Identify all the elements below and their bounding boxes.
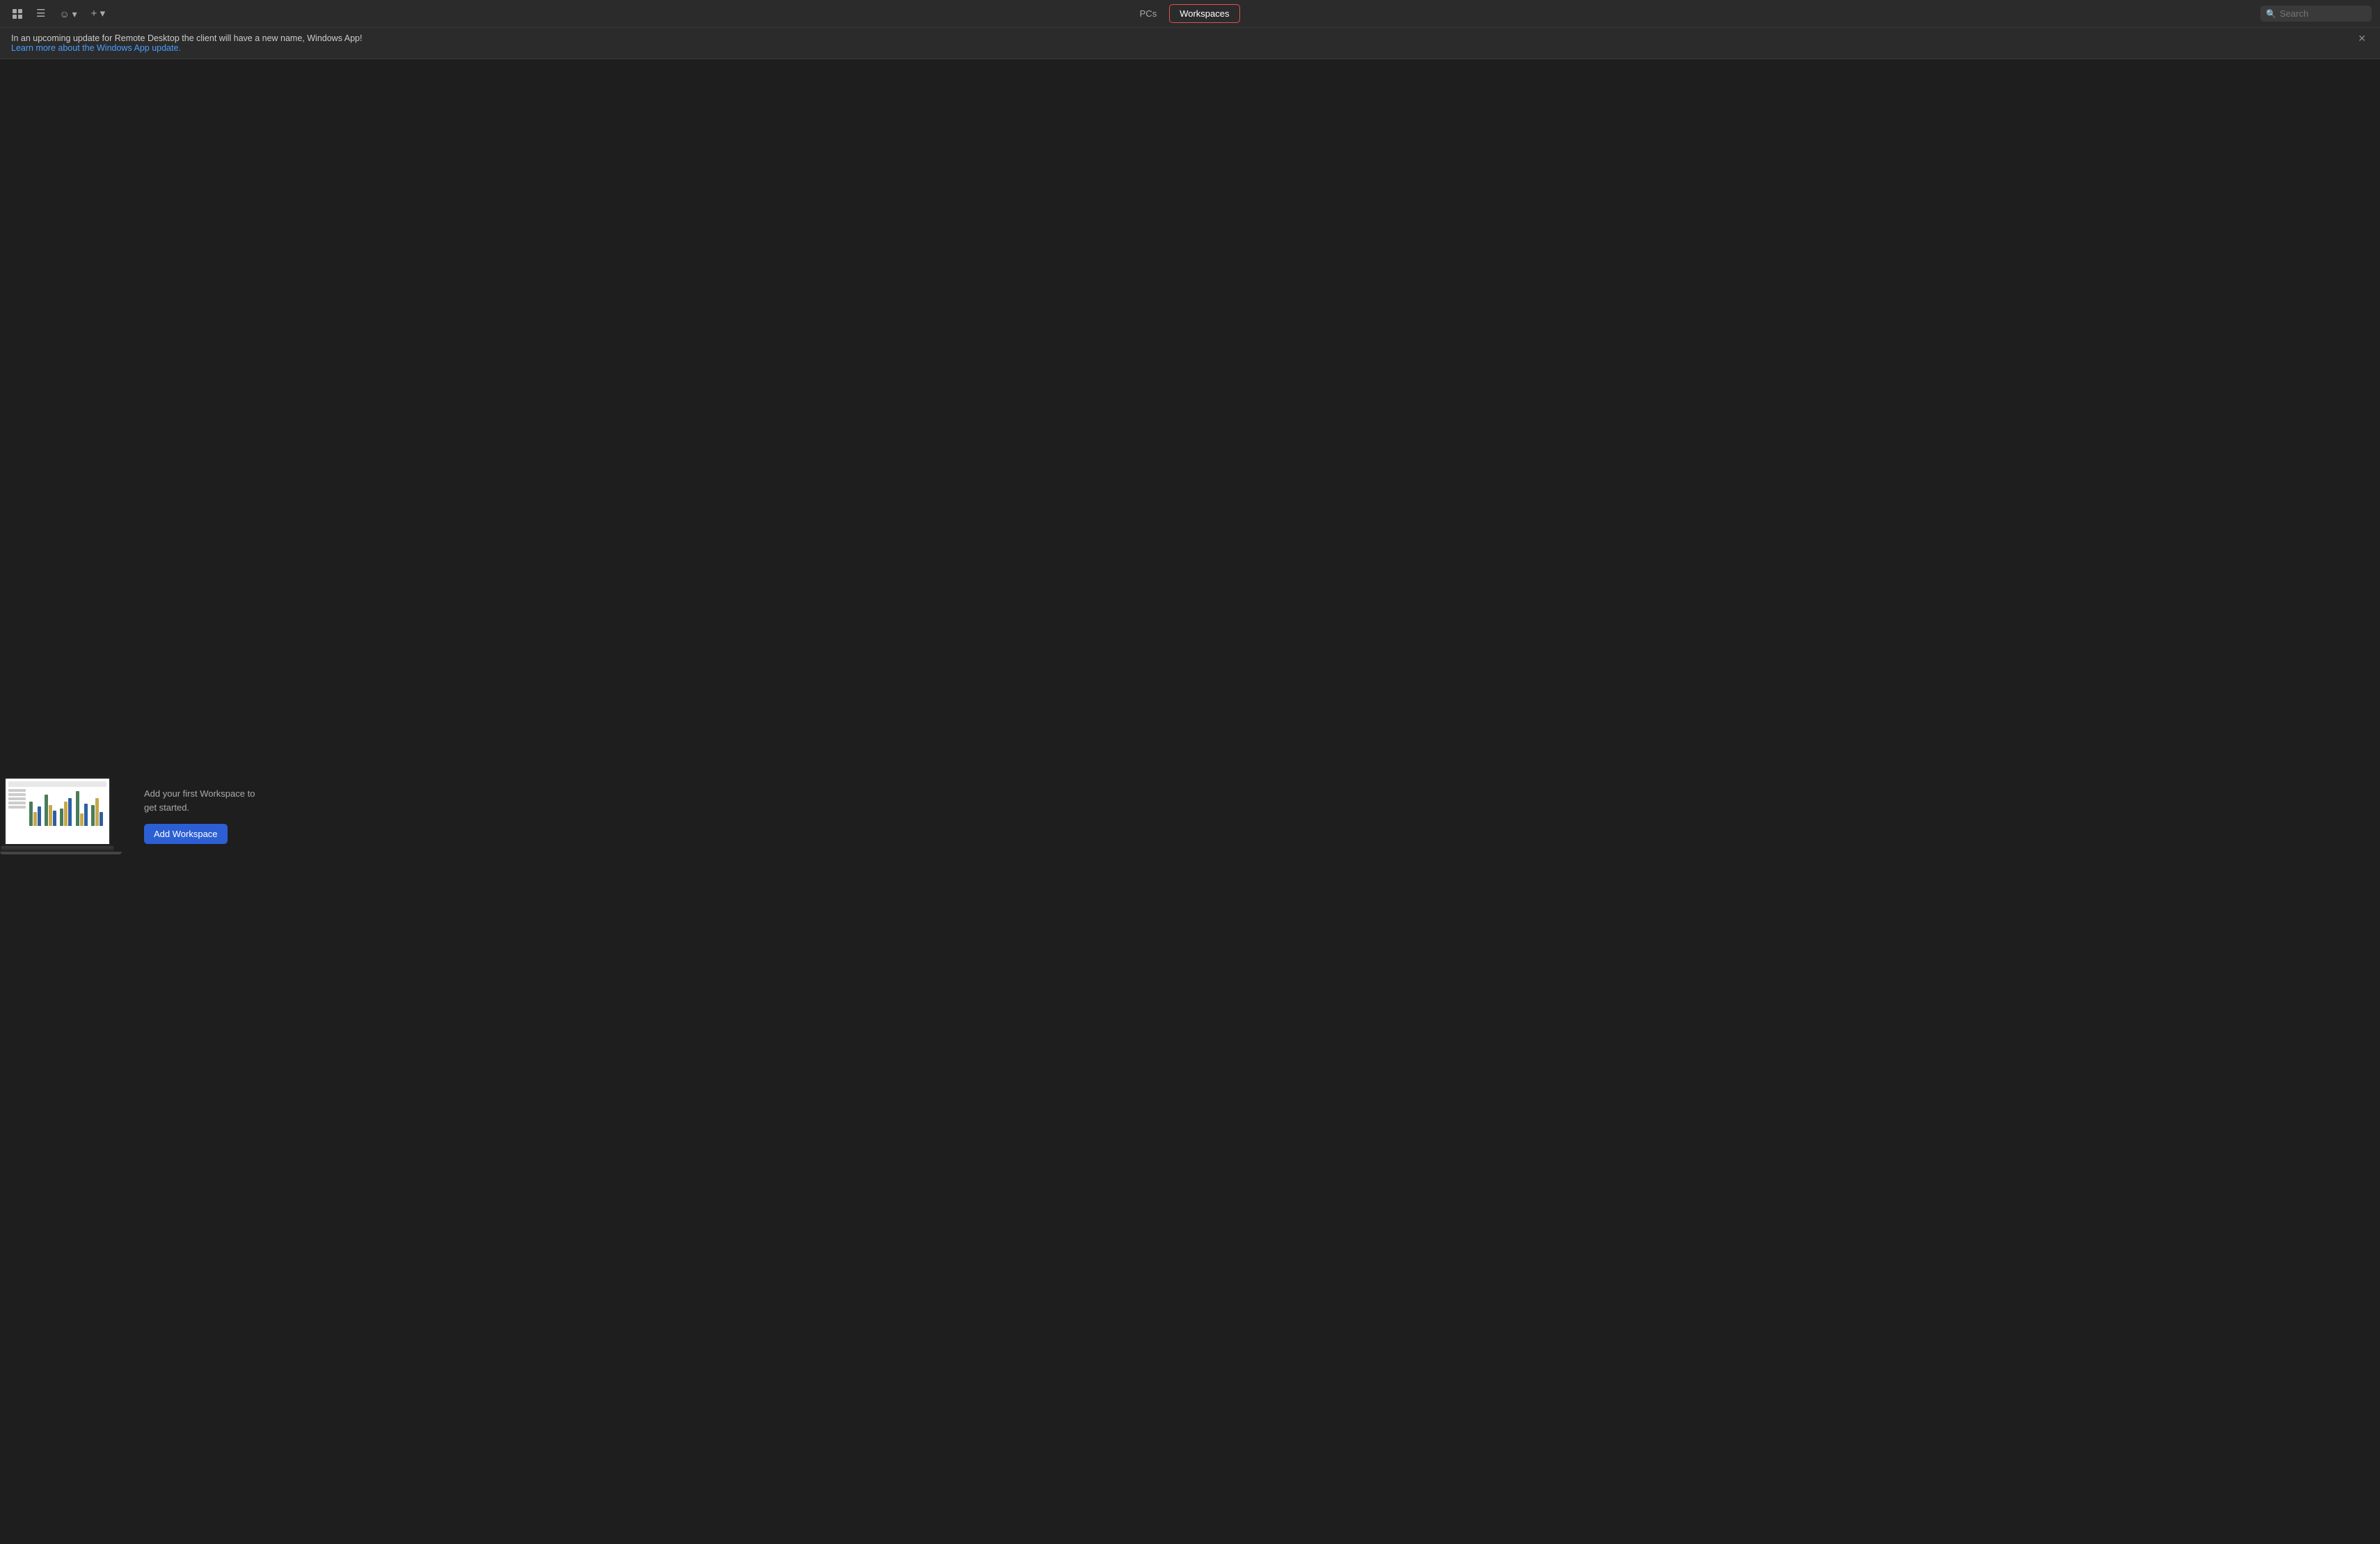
- toolbar: ☰ ☺ ▾ + ▾ PCs Workspaces 🔍: [0, 0, 2380, 28]
- chart-bar-group: [45, 795, 58, 826]
- notification-text: In an upcoming update for Remote Desktop…: [11, 33, 2347, 53]
- chart-bar-group: [76, 791, 90, 826]
- chart-bar: [80, 813, 84, 826]
- grid-view-button[interactable]: [8, 6, 26, 22]
- sidebar-row-5: [8, 806, 26, 809]
- add-workspace-button[interactable]: Add Workspace: [144, 824, 228, 844]
- sidebar-row-3: [8, 797, 26, 800]
- toolbar-left: ☰ ☺ ▾ + ▾: [8, 6, 109, 22]
- pcs-tab[interactable]: PCs: [1130, 5, 1167, 22]
- screen-sidebar: [8, 789, 26, 841]
- list-view-button[interactable]: ☰: [32, 6, 49, 22]
- sidebar-row-4: [8, 802, 26, 804]
- chart-bar: [33, 812, 37, 826]
- chart-bar: [60, 809, 63, 826]
- chart-bar-group: [29, 802, 43, 826]
- toolbar-right: 🔍: [2260, 6, 2372, 22]
- laptop-screen-inner: [6, 779, 109, 844]
- workspaces-tab[interactable]: Workspaces: [1169, 4, 1239, 23]
- sidebar-row-2: [8, 793, 26, 796]
- chart-bar-group: [60, 798, 74, 826]
- main-content: Add your first Workspace to get started.…: [0, 59, 2380, 1544]
- chart-bar: [68, 798, 72, 826]
- grid-icon: [13, 9, 22, 19]
- chart-bar: [91, 805, 95, 826]
- status-icon: ☺ ▾: [59, 9, 77, 19]
- search-input[interactable]: [2260, 6, 2372, 22]
- chart-bar: [76, 791, 79, 826]
- chart-bar: [29, 802, 33, 826]
- chart-bar-group: [91, 798, 105, 826]
- chart-bars: [28, 789, 106, 827]
- empty-state-text-block: Add your first Workspace to get started.…: [144, 787, 269, 844]
- laptop-foot: [0, 852, 122, 854]
- notification-message: In an upcoming update for Remote Desktop…: [11, 33, 362, 43]
- chart-bar: [38, 806, 41, 826]
- chart-bar: [49, 805, 52, 826]
- notification-link[interactable]: Learn more about the Windows App update.: [11, 43, 181, 53]
- laptop-illustration: [0, 777, 122, 854]
- chart-bar: [45, 795, 48, 826]
- list-icon: ☰: [36, 8, 45, 19]
- close-notification-button[interactable]: ✕: [2355, 33, 2369, 43]
- empty-state: Add your first Workspace to get started.…: [0, 777, 269, 854]
- laptop-base: [0, 846, 115, 852]
- screen-chart-area: [28, 789, 106, 841]
- chart-bar: [95, 798, 99, 826]
- laptop-screen: [3, 777, 111, 846]
- add-icon: + ▾: [91, 8, 105, 19]
- search-wrapper: 🔍: [2260, 6, 2372, 22]
- chart-bar: [53, 811, 56, 826]
- sidebar-row-1: [8, 789, 26, 792]
- notification-banner: In an upcoming update for Remote Desktop…: [0, 28, 2380, 59]
- chart-bar: [84, 804, 88, 826]
- chart-bar: [64, 802, 68, 826]
- chart-bar: [100, 812, 103, 826]
- screen-content-area: [8, 789, 106, 841]
- screen-header-bar: [8, 781, 106, 787]
- empty-state-description: Add your first Workspace to get started.: [144, 787, 269, 814]
- status-button[interactable]: ☺ ▾: [55, 6, 81, 22]
- toolbar-nav: PCs Workspaces: [109, 4, 2260, 23]
- add-button[interactable]: + ▾: [87, 6, 109, 22]
